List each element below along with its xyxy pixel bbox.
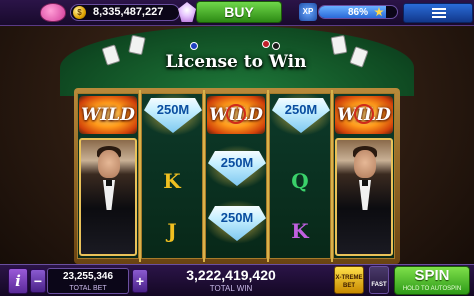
- crosshair-icon: [226, 104, 246, 124]
- menu-icon-line: [432, 16, 446, 18]
- fast-spin-button[interactable]: FAST: [369, 266, 389, 294]
- coin-icon: $: [73, 6, 86, 19]
- agent-face: [98, 150, 120, 178]
- agent-bowtie: [362, 180, 368, 186]
- top-bar: $ 8,335,487,227 BUY XP 86%: [0, 0, 474, 26]
- spin-button[interactable]: SPIN HOLD TO AUTOSPIN: [394, 266, 470, 295]
- k-symbol: K: [163, 169, 181, 193]
- xp-badge: XP: [299, 3, 317, 21]
- menu-icon: [432, 8, 446, 10]
- menu-icon-line: [432, 12, 446, 14]
- k-symbol: K: [291, 219, 309, 243]
- q-symbol: Q: [291, 169, 309, 193]
- xp-percent: 86%: [347, 7, 368, 18]
- playing-card-icon: [330, 34, 348, 56]
- coin-balance: $ 8,335,487,227: [70, 4, 180, 21]
- menu-button[interactable]: [403, 3, 473, 23]
- xp-progress-bar: 86%: [318, 5, 398, 19]
- agent-face: [354, 150, 376, 178]
- crosshair-icon: [354, 104, 374, 124]
- game-title: License to Win: [165, 52, 307, 72]
- piggy-bank-icon[interactable]: [40, 3, 66, 22]
- agent-bowtie: [106, 180, 112, 186]
- total-win-display: 3,222,419,420 TOTAL WIN: [166, 266, 296, 294]
- poker-chip-icon: [272, 42, 280, 50]
- buy-button[interactable]: BUY: [196, 1, 282, 23]
- gem-icon: [178, 2, 196, 22]
- secret-agent-symbol: [79, 138, 137, 256]
- poker-chip-icon: [190, 42, 198, 50]
- autospin-hint: HOLD TO AUTOSPIN: [402, 286, 462, 292]
- total-bet-label: TOTAL BET: [69, 285, 107, 292]
- decrease-bet-button[interactable]: −: [30, 269, 46, 293]
- total-win-value: 3,222,419,420: [186, 267, 276, 283]
- total-bet-value: 23,255,346: [62, 271, 114, 282]
- info-button[interactable]: i: [8, 268, 28, 294]
- poker-chip-icon: [262, 40, 270, 48]
- increase-bet-button[interactable]: +: [132, 269, 148, 293]
- xtreme-bet-button[interactable]: X-TREME BET: [334, 266, 364, 294]
- wild-symbol: WILD: [79, 96, 137, 134]
- secret-agent-symbol: [335, 138, 393, 256]
- total-bet-display: 23,255,346 TOTAL BET: [47, 268, 129, 294]
- total-win-label: TOTAL WIN: [209, 284, 253, 293]
- coin-amount: 8,335,487,227: [93, 6, 164, 18]
- spin-label: SPIN: [414, 267, 450, 284]
- j-symbol: J: [167, 219, 177, 243]
- bottom-bar: i − 23,255,346 TOTAL BET + 3,222,419,420…: [0, 264, 474, 296]
